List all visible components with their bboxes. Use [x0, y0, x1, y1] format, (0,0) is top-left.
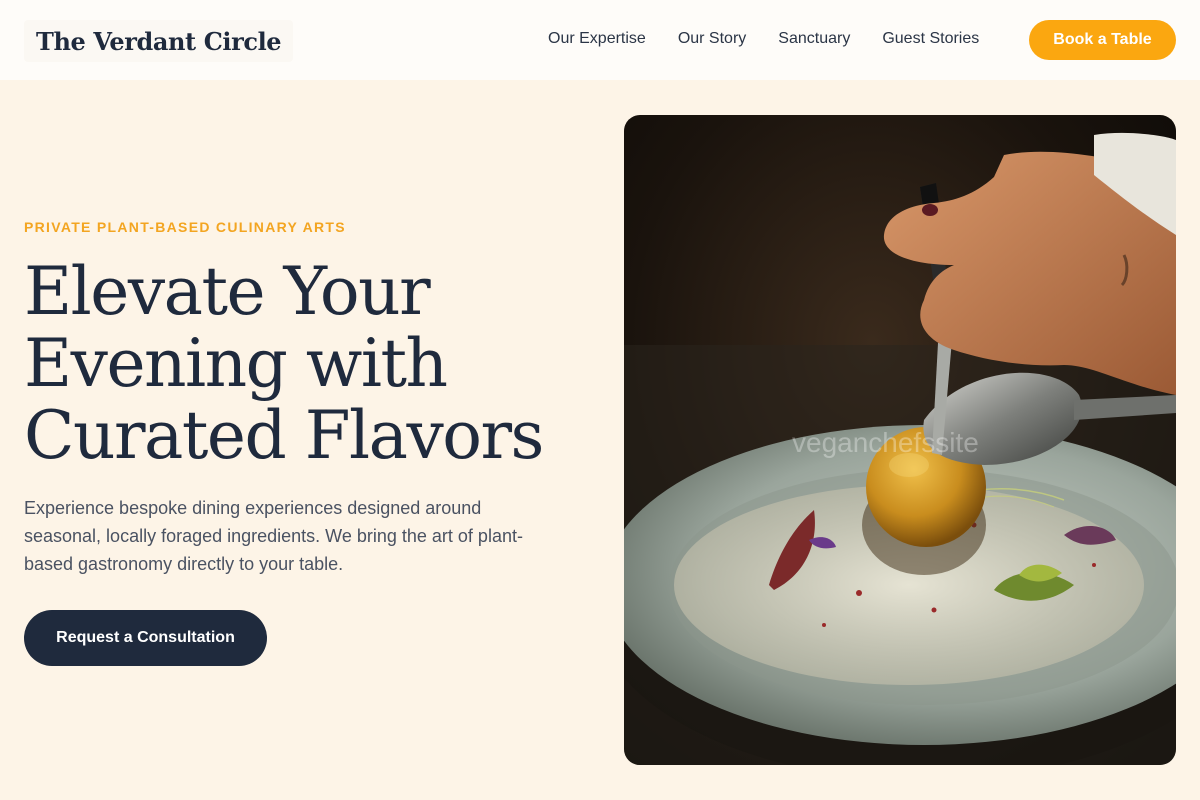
hero-headline-line: Evening with — [24, 325, 448, 402]
hero-description: Experience bespoke dining experiences de… — [24, 498, 523, 574]
brand-logo[interactable]: The Verdant Circle — [24, 20, 294, 62]
nav-link-our-expertise[interactable]: Our Expertise — [548, 28, 646, 50]
hero-image: veganchefssite — [624, 115, 1176, 765]
nav-link-sanctuary[interactable]: Sanctuary — [778, 28, 850, 50]
request-consultation-button[interactable]: Request a Consultation — [24, 610, 267, 666]
hero-headline: Elevate Your Evening with Curated Flavor… — [24, 256, 604, 472]
nav-link-our-story[interactable]: Our Story — [678, 28, 746, 50]
hero-headline-line: Elevate Your — [24, 253, 431, 330]
hero-eyebrow: PRIVATE PLANT-BASED CULINARY ARTS — [24, 219, 346, 235]
image-watermark: veganchefssite — [792, 427, 979, 458]
main-nav: Our Expertise Our Story Sanctuary Guest … — [548, 28, 979, 50]
nav-link-guest-stories[interactable]: Guest Stories — [882, 28, 979, 50]
site-header: The Verdant Circle Our Expertise Our Sto… — [0, 0, 1200, 80]
book-a-table-button[interactable]: Book a Table — [1029, 20, 1176, 60]
chef-plating-illustration: veganchefssite — [624, 115, 1176, 765]
hero-headline-line: Curated Flavors — [24, 397, 544, 474]
